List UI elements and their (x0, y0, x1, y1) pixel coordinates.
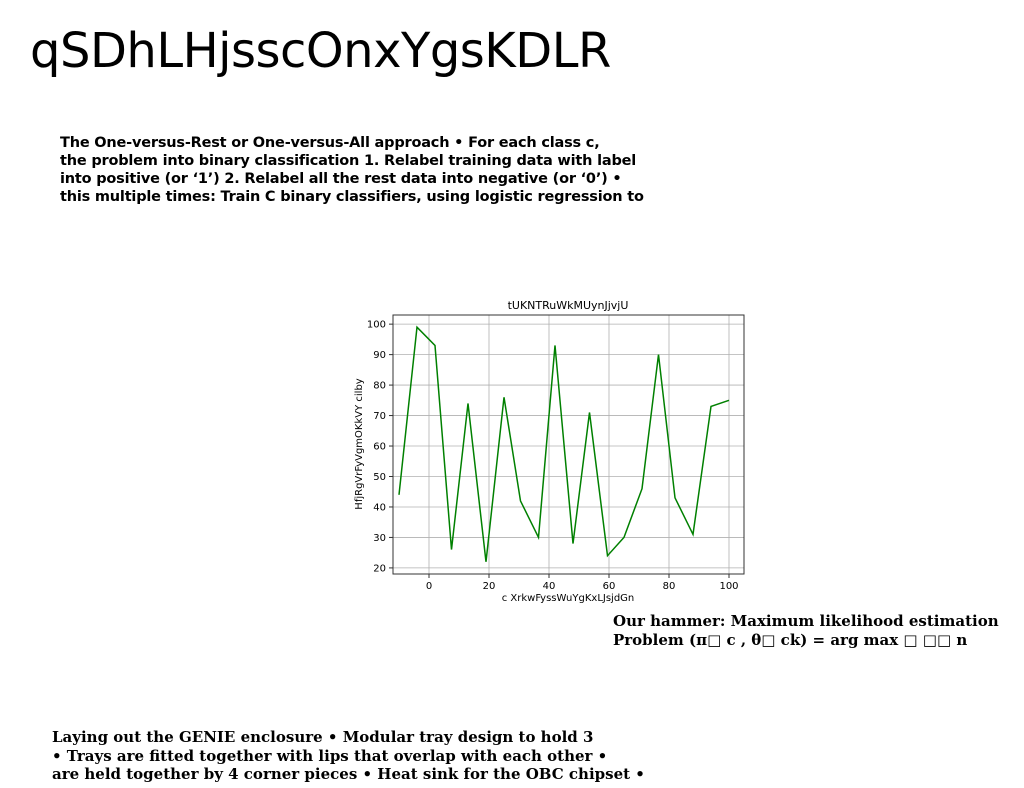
page-title: qSDhLHjsscOnxYgsKDLR (30, 23, 611, 79)
x-tick-label: 40 (543, 581, 556, 592)
y-tick-label: 70 (373, 411, 386, 422)
text-line: • Trays are fitted together with lips th… (52, 746, 608, 765)
text-line: are held together by 4 corner pieces • H… (52, 765, 645, 783)
x-axis-ticks: 0 20 40 60 80 100 (426, 574, 739, 592)
mle-text-block: Our hammer: Maximum likelihood estimatio… (613, 612, 999, 650)
text-line: The One-versus-Rest or One-versus-All ap… (60, 135, 600, 151)
plot-frame (392, 314, 745, 575)
y-tick-label: 20 (373, 563, 386, 574)
line-chart-svg: tUKNTRuWkMUynJjvjU 20 30 40 50 60 70 80 90 100 0… (354, 299, 745, 604)
y-tick-label: 60 (373, 442, 386, 453)
chart-title: tUKNTRuWkMUynJjvjU (508, 299, 629, 312)
y-tick-label: 40 (373, 502, 386, 513)
x-axis-label: c XrkwFyssWuYgKxLJsjdGn (502, 593, 635, 604)
genie-text-block: Laying out the GENIE enclosure • Modular… (52, 728, 645, 784)
series-line (398, 325, 730, 562)
text-line: this multiple times: Train C binary clas… (60, 189, 644, 205)
y-tick-label: 80 (373, 381, 386, 392)
y-tick-label: 30 (373, 533, 386, 544)
x-tick-label: 100 (719, 581, 738, 592)
text-line: Our hammer: Maximum likelihood estimatio… (613, 612, 999, 630)
text-line: Laying out the GENIE enclosure • Modular… (52, 728, 594, 746)
y-axis-ticks: 20 30 40 50 60 70 80 90 100 (367, 320, 393, 574)
y-tick-label: 50 (373, 472, 386, 483)
x-tick-label: 0 (426, 581, 432, 592)
y-tick-label: 100 (367, 320, 386, 331)
one-vs-rest-text-block: The One-versus-Rest or One-versus-All ap… (60, 134, 644, 206)
line-chart: tUKNTRuWkMUynJjvjU 20 30 40 50 60 70 80 90 100 0… (350, 294, 750, 606)
chart-series (398, 325, 730, 562)
y-axis-label: HfjRgVrFyVgmOKkVY cilby (354, 378, 365, 509)
text-line: the problem into binary classification 1… (60, 153, 637, 169)
text-line: into positive (or ‘1’) 2. Relabel all th… (60, 171, 622, 187)
text-line: Problem (π□ c , θ□ ck) = arg max □ □□ n (613, 631, 968, 649)
x-tick-label: 20 (483, 581, 496, 592)
chart-grid (393, 315, 744, 574)
y-tick-label: 90 (373, 350, 386, 361)
x-tick-label: 60 (603, 581, 616, 592)
x-tick-label: 80 (663, 581, 676, 592)
